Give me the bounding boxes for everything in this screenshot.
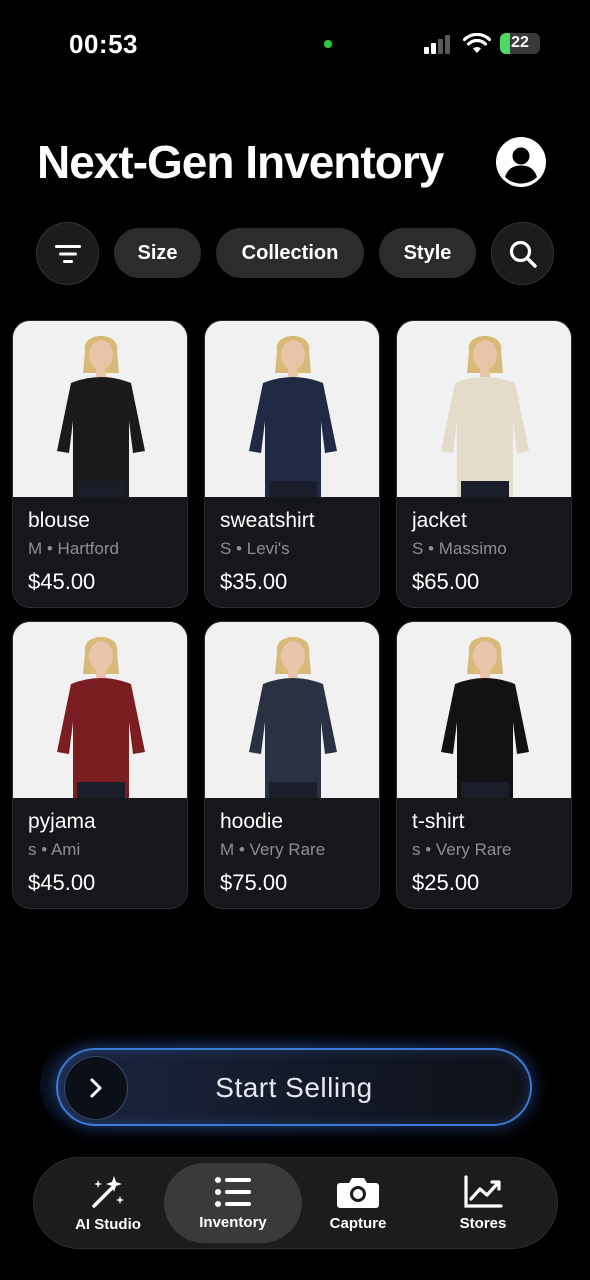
product-meta: s • Ami: [28, 840, 81, 859]
product-card-sweatshirt[interactable]: sweatshirt S • Levi's $35.00: [204, 320, 380, 608]
product-photo: [205, 321, 379, 497]
tab-capture[interactable]: Capture: [289, 1163, 427, 1243]
product-price: $25.00: [412, 870, 480, 895]
chart-icon: [464, 1174, 503, 1208]
tab-label: Inventory: [199, 1213, 267, 1231]
bottom-tab-bar: AI Studio Inventory Capture Stores: [33, 1157, 558, 1249]
list-icon: [215, 1176, 251, 1207]
filter-button[interactable]: [36, 222, 99, 285]
start-selling-slider[interactable]: Start Selling: [56, 1048, 532, 1126]
camera-icon: [337, 1177, 379, 1208]
product-photo: [397, 321, 571, 497]
product-name: pyjama: [28, 810, 96, 833]
user-profile-icon: [496, 137, 546, 187]
product-price: $65.00: [412, 569, 480, 594]
product-card-t-shirt[interactable]: t-shirt s • Very Rare $25.00: [396, 621, 572, 909]
product-name: t-shirt: [412, 810, 465, 833]
search-icon: [509, 240, 537, 268]
collection-filter-chip[interactable]: Collection: [216, 228, 364, 278]
tab-label: Stores: [459, 1214, 507, 1232]
filter-lines-icon: [54, 244, 81, 263]
product-photo: [13, 622, 187, 798]
size-filter-chip[interactable]: Size: [114, 228, 201, 278]
product-price: $45.00: [28, 569, 96, 594]
status-bar: 00:53 22: [0, 0, 590, 90]
product-meta: M • Very Rare: [220, 840, 326, 859]
product-price: $35.00: [220, 569, 288, 594]
tab-ai-studio[interactable]: AI Studio: [39, 1163, 177, 1243]
product-meta: s • Very Rare: [412, 840, 512, 859]
style-filter-chip[interactable]: Style: [379, 228, 476, 278]
product-meta: S • Massimo: [412, 539, 507, 558]
tab-label: Capture: [329, 1214, 387, 1232]
page-title: Next-Gen Inventory: [37, 136, 444, 188]
sparkle-wand-icon: [92, 1175, 124, 1208]
product-card-pyjama[interactable]: pyjama s • Ami $45.00: [12, 621, 188, 909]
tab-stores[interactable]: Stores: [414, 1163, 552, 1243]
product-photo: [397, 622, 571, 798]
search-button[interactable]: [491, 222, 554, 285]
product-name: blouse: [28, 509, 90, 532]
product-card-blouse[interactable]: blouse M • Hartford $45.00: [12, 320, 188, 608]
product-card-hoodie[interactable]: hoodie M • Very Rare $75.00: [204, 621, 380, 909]
model-illustration: [397, 321, 571, 497]
product-name: jacket: [412, 509, 467, 532]
battery-icon: 22: [500, 33, 540, 54]
tab-label: AI Studio: [75, 1215, 141, 1233]
product-name: sweatshirt: [220, 509, 315, 532]
start-selling-label: Start Selling: [215, 1072, 373, 1103]
product-price: $45.00: [28, 870, 96, 895]
product-meta: M • Hartford: [28, 539, 119, 558]
cellular-signal-icon: [424, 34, 452, 54]
status-time: 00:53: [69, 29, 138, 59]
product-card-jacket[interactable]: jacket S • Massimo $65.00: [396, 320, 572, 608]
model-illustration: [397, 622, 571, 798]
model-illustration: [13, 321, 187, 497]
model-illustration: [205, 622, 379, 798]
tab-inventory[interactable]: Inventory: [164, 1163, 302, 1243]
model-illustration: [13, 622, 187, 798]
product-photo: [205, 622, 379, 798]
product-name: hoodie: [220, 810, 284, 833]
battery-level: 22: [511, 34, 529, 51]
profile-avatar-button[interactable]: [496, 137, 546, 187]
camera-indicator-dot: [324, 40, 332, 48]
wifi-icon: [463, 33, 491, 53]
product-price: $75.00: [220, 870, 288, 895]
product-meta: S • Levi's: [220, 539, 290, 558]
model-illustration: [205, 321, 379, 497]
product-photo: [13, 321, 187, 497]
